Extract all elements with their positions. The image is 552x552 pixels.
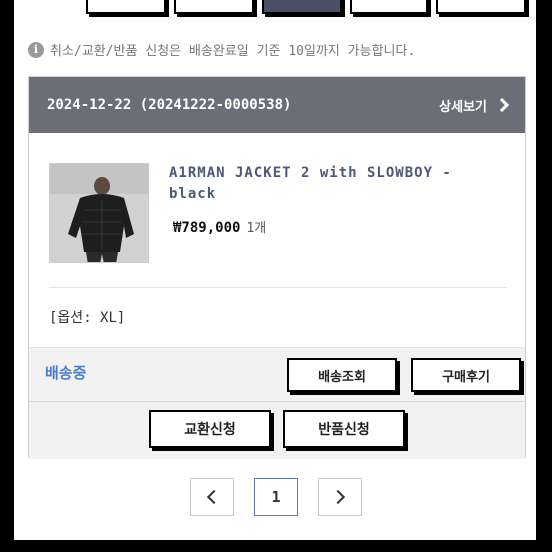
filter-button-active[interactable]	[262, 0, 342, 14]
jacket-image	[50, 164, 148, 262]
action-row: 교환신청 반품신청	[29, 401, 525, 459]
order-card: 2024-12-22 (20241222-0000538) 상세보기 A1RMA…	[28, 76, 526, 459]
order-header: 2024-12-22 (20241222-0000538) 상세보기	[29, 77, 525, 133]
product-price-line: ₩789,000 1개	[173, 217, 266, 236]
product-item: A1RMAN JACKET 2 with SLOWBOY - black ₩78…	[49, 163, 509, 263]
detail-label: 상세보기	[439, 99, 487, 115]
notice-line: i 취소/교환/반품 신청은 배송완료일 기준 10일까지 가능합니다.	[28, 40, 415, 59]
write-review-button[interactable]: 구매후기	[411, 358, 521, 392]
filter-button[interactable]	[436, 0, 526, 14]
product-name[interactable]: A1RMAN JACKET 2 with SLOWBOY - black	[169, 163, 499, 205]
status-row: 배송중 배송조회 구매후기	[29, 347, 525, 401]
delivery-status: 배송중	[45, 364, 87, 382]
detail-link[interactable]: 상세보기	[439, 96, 510, 115]
exchange-request-button[interactable]: 교환신청	[149, 410, 271, 448]
prev-page-button[interactable]	[190, 478, 234, 516]
product-thumbnail[interactable]	[49, 163, 149, 263]
info-icon: i	[28, 41, 44, 58]
chevron-left-icon	[206, 489, 222, 505]
return-request-button[interactable]: 반품신청	[283, 410, 405, 448]
notice-text: 취소/교환/반품 신청은 배송완료일 기준 10일까지 가능합니다.	[50, 44, 416, 59]
filter-button[interactable]	[174, 0, 254, 14]
chevron-right-icon	[494, 97, 510, 113]
track-delivery-button[interactable]: 배송조회	[287, 358, 397, 392]
filter-button[interactable]	[86, 0, 166, 14]
order-date-number: 2024-12-22 (20241222-0000538)	[47, 97, 292, 113]
product-option: [옵션: XL]	[49, 310, 126, 326]
order-list-panel: i 취소/교환/반품 신청은 배송완료일 기준 10일까지 가능합니다. 202…	[10, 0, 540, 544]
product-quantity: 1개	[246, 221, 267, 236]
next-page-button[interactable]	[318, 478, 362, 516]
filter-button[interactable]	[350, 0, 428, 14]
product-price: ₩789,000	[173, 220, 241, 236]
chevron-right-icon	[330, 489, 346, 505]
page-number-current[interactable]: 1	[254, 478, 298, 516]
filter-button-row	[14, 0, 536, 18]
divider	[49, 287, 507, 288]
